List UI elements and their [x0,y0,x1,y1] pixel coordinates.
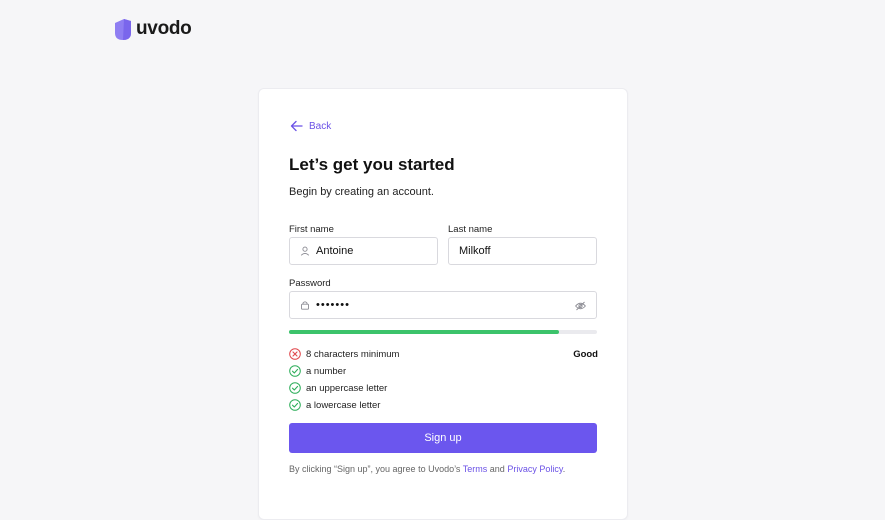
check-circle-icon [289,399,301,411]
arrow-left-icon [290,120,303,132]
requirement-text: 8 characters minimum [306,348,400,360]
check-circle-icon [289,382,301,394]
requirement-item: an uppercase letter [289,382,387,394]
password-value: ••••••• [316,299,350,311]
requirement-item: 8 characters minimum [289,348,399,360]
password-strength-meter [289,330,597,334]
legal-prefix: By clicking “Sign up”, you agree to Uvod… [289,464,461,474]
back-link[interactable]: Back [290,120,331,132]
last-name-label: Last name [448,224,493,235]
password-field[interactable]: ••••••• [289,291,597,319]
brand-name: uvodo [136,18,192,39]
password-strength-fill [289,330,559,334]
user-icon [300,246,310,256]
legal-notice: By clicking “Sign up”, you agree to Uvod… [289,464,565,474]
check-circle-icon [289,365,301,377]
last-name-value: Milkoff [459,245,491,257]
first-name-value: Antoine [316,245,354,257]
requirement-text: a number [306,365,347,377]
lock-icon [300,300,310,310]
requirement-item: a number [289,365,346,377]
eye-icon[interactable] [575,301,586,311]
first-name-label: First name [289,224,334,235]
sign-up-button[interactable]: Sign up [289,423,597,453]
x-circle-icon [289,348,301,360]
logo[interactable]: uvodo [115,18,192,40]
password-label: Password [289,278,331,289]
page-title: Let’s get you started [289,155,455,174]
page-subtitle: Begin by creating an account. [289,186,434,198]
logo-shield-icon [115,18,131,40]
legal-and: and [489,464,505,474]
last-name-field[interactable]: Milkoff [448,237,597,265]
requirement-text: a lowercase letter [306,399,381,411]
requirement-item: a lowercase letter [289,399,380,411]
requirement-text: an uppercase letter [306,382,388,394]
privacy-policy-link[interactable]: Privacy Policy [507,464,562,474]
terms-link[interactable]: Terms [463,464,488,474]
back-label: Back [309,120,332,132]
legal-suffix: . [562,464,566,474]
first-name-field[interactable]: Antoine [289,237,438,265]
password-strength-label: Good [573,349,598,360]
signup-card: Back Let’s get you started Begin by crea… [258,88,628,520]
